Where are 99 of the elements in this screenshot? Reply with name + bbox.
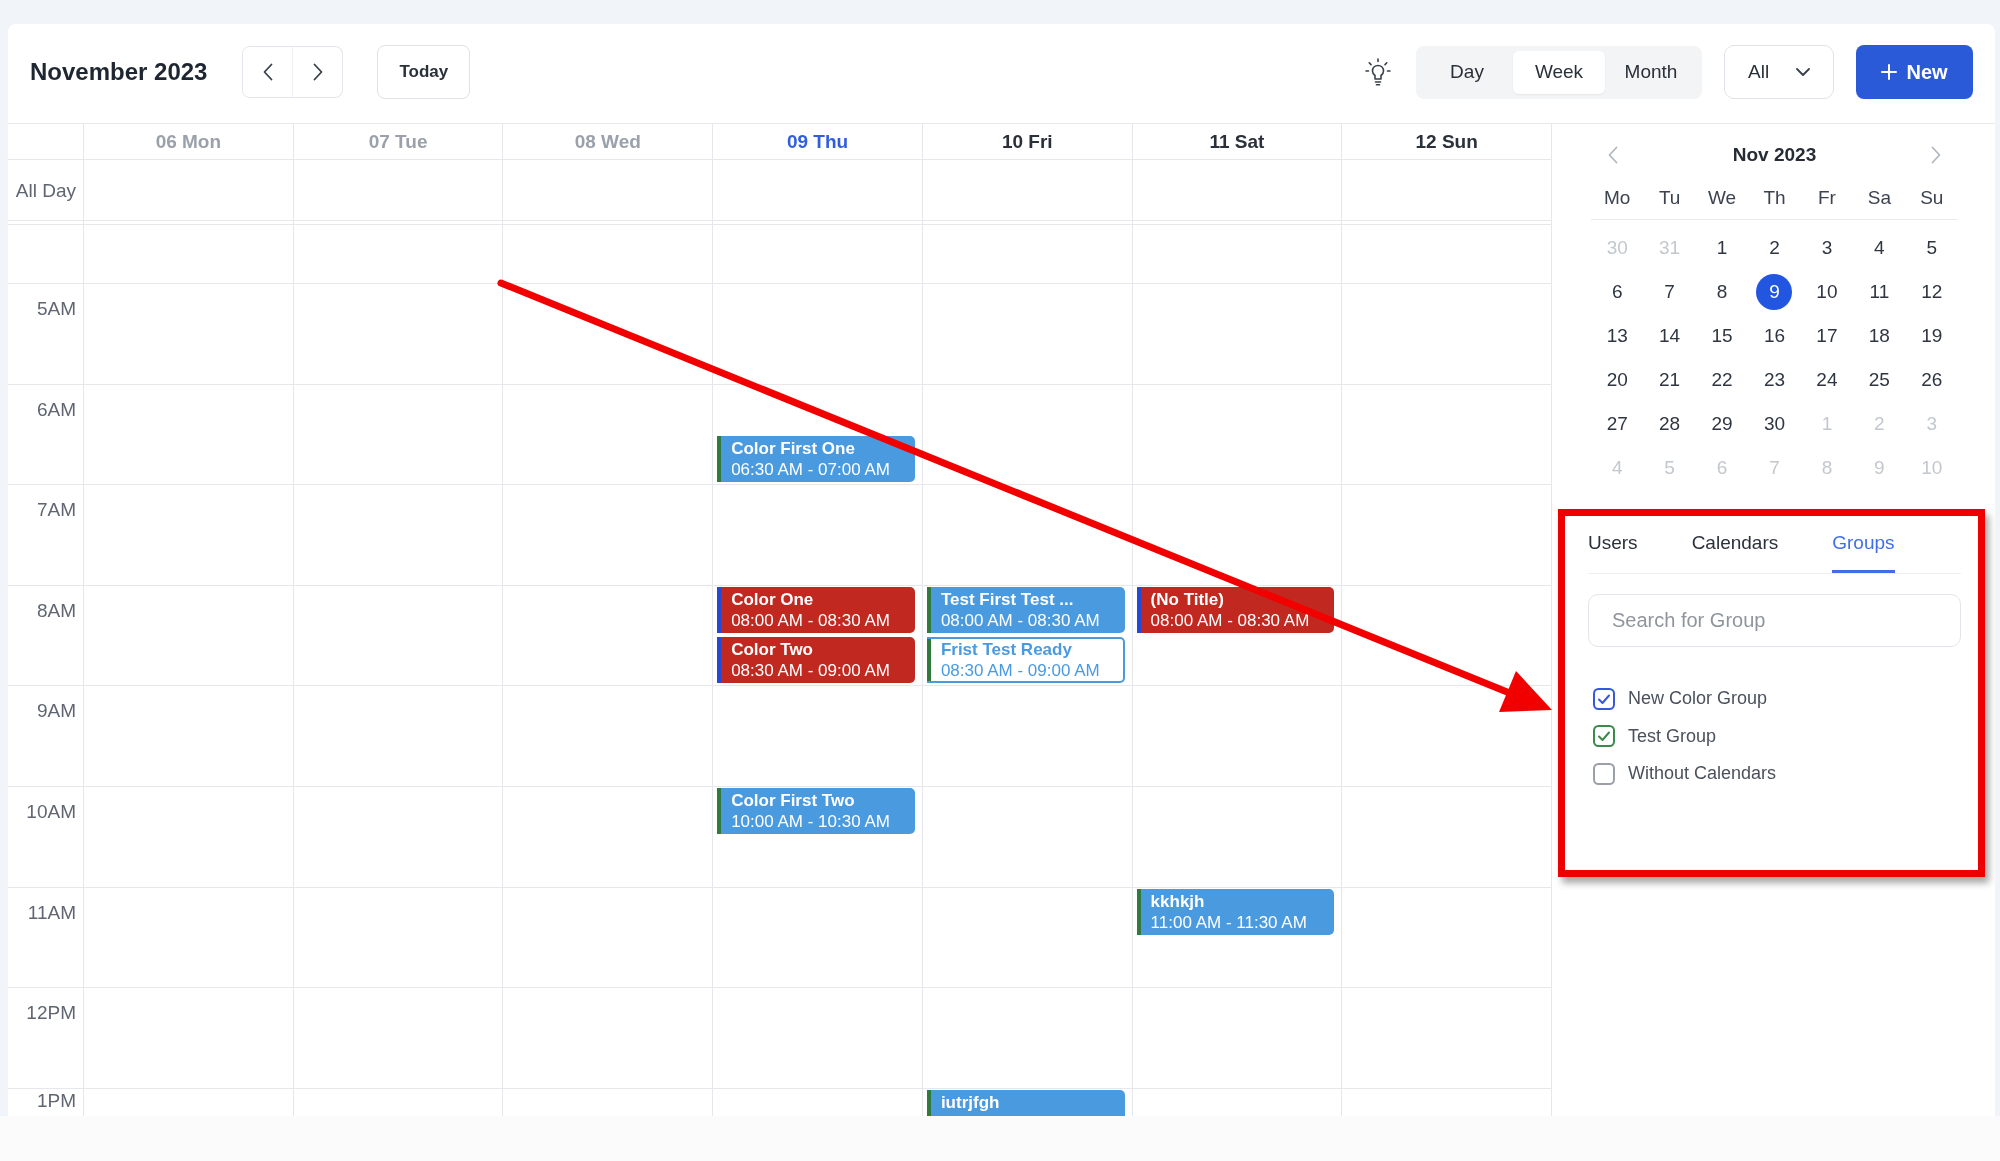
weekday-label: Tu [1657, 186, 1682, 210]
time-label: 10AM [26, 801, 76, 822]
calendar-day[interactable]: 15 [1704, 318, 1741, 354]
event-title: Frist Test Ready [940, 639, 1073, 661]
search-field[interactable]: Search for Group [1588, 594, 1961, 647]
event-block[interactable]: Color Two 08:30 AM - 09:00 AM [717, 637, 915, 684]
calendar-day[interactable]: 12 [1913, 274, 1950, 310]
calendar-day[interactable]: 3 [1808, 230, 1845, 266]
filter-dropdown[interactable]: All [1724, 45, 1834, 99]
event-block[interactable]: Color One 08:00 AM - 08:30 AM [717, 586, 915, 634]
group-checkbox[interactable] [1593, 762, 1615, 785]
calendar-day[interactable]: 29 [1704, 406, 1741, 442]
event-time: 08:30 AM - 09:00 AM [731, 660, 891, 682]
calendar-day[interactable]: 22 [1704, 362, 1741, 398]
day-header: 10 Fri [1001, 131, 1053, 153]
panel-tab[interactable]: Calendars [1691, 516, 1779, 573]
time-label: 9AM [36, 701, 76, 722]
calendar-day[interactable]: 11 [1861, 274, 1898, 310]
event-time: 06:30 AM - 07:00 AM [731, 458, 891, 480]
calendar-day[interactable]: 6 [1599, 274, 1636, 310]
calendar-day[interactable]: 18 [1861, 318, 1898, 354]
event-time: 08:00 AM - 08:30 AM [731, 609, 891, 631]
plus-icon [1881, 64, 1898, 80]
time-label: 8AM [36, 600, 76, 621]
calendar-day[interactable]: 25 [1861, 362, 1898, 398]
event-time: 08:00 AM - 08:30 AM [1150, 609, 1311, 631]
event-title: (No Title) [1150, 588, 1225, 610]
event-title: Color First Two [731, 790, 856, 811]
time-label: 5AM [36, 299, 76, 319]
calendar-day[interactable]: 21 [1651, 362, 1688, 398]
view-tab[interactable]: Day [1421, 50, 1513, 94]
calendar-day[interactable]: 30 [1756, 406, 1793, 442]
weekday-label: Mo [1603, 186, 1632, 210]
calendar-day[interactable]: 16 [1756, 318, 1793, 354]
chevron-right-icon [312, 63, 323, 81]
calendar-day[interactable]: 24 [1808, 362, 1845, 398]
event-block[interactable]: (No Title) 08:00 AM - 08:30 AM [1136, 586, 1335, 634]
time-label: 12PM [26, 1003, 76, 1024]
event-title: iutrjfgh [940, 1091, 1001, 1113]
day-header: 07 Tue [368, 131, 428, 153]
calendar-day[interactable]: 1 [1704, 230, 1741, 266]
group-label: New Color Group [1628, 688, 1768, 710]
group-checkbox[interactable] [1593, 725, 1615, 748]
event-title: Color First One [731, 437, 856, 459]
view-tab[interactable]: Week [1513, 50, 1605, 94]
event-time: 11:00 AM - 11:30 AM [1150, 911, 1308, 933]
calendar-day[interactable]: 14 [1651, 318, 1688, 354]
chevron-right-icon[interactable] [1931, 146, 1941, 164]
month-title: Nov 2023 [1732, 144, 1817, 166]
weekday-label: Su [1919, 186, 1945, 210]
event-title: Color Two [731, 639, 814, 661]
calendar-day[interactable]: 8 [1704, 274, 1741, 310]
calendar-day[interactable]: 19 [1913, 318, 1950, 354]
event-title: Test First Test ... [940, 588, 1075, 610]
calendar-day[interactable]: 17 [1808, 318, 1845, 354]
time-label: 6AM [36, 399, 76, 420]
event-time: 08:00 AM - 08:30 AM [940, 609, 1101, 631]
event-title: kkhkjh [1150, 890, 1206, 912]
view-tab[interactable]: Month [1605, 50, 1697, 94]
today-button[interactable]: Today [377, 45, 471, 99]
day-header: 06 Mon [155, 131, 222, 153]
event-time: 10:00 AM - 10:30 AM [731, 811, 891, 832]
chevron-left-icon [262, 63, 273, 81]
chevron-down-icon [1796, 68, 1811, 76]
day-header: 08 Wed [574, 131, 641, 153]
calendar-day[interactable]: 5 [1913, 230, 1950, 266]
calendar-day[interactable]: 28 [1651, 406, 1688, 442]
event-time: 08:30 AM - 09:00 AM [940, 660, 1101, 682]
all-day-label: All Day [15, 180, 76, 201]
calendar-title: November 2023 [30, 58, 208, 86]
calendar-day[interactable]: 26 [1913, 362, 1950, 398]
time-label: 1PM [36, 1090, 76, 1111]
calendar-day[interactable]: 7 [1651, 274, 1688, 310]
calendar-day[interactable]: 23 [1756, 362, 1793, 398]
calendar-day[interactable]: 13 [1599, 318, 1636, 354]
day-header: 12 Sun [1415, 131, 1478, 153]
calendar-day[interactable]: 4 [1861, 230, 1898, 266]
lightbulb-icon[interactable] [1365, 58, 1391, 86]
group-label: Without Calendars [1628, 763, 1777, 785]
weekday-label: Sa [1866, 186, 1892, 210]
weekday-label: We [1706, 186, 1738, 210]
panel-tab[interactable]: Groups [1832, 516, 1895, 573]
new-button[interactable]: New [1856, 45, 1973, 99]
panel-tab[interactable]: Users [1588, 516, 1638, 573]
weekday-label: Fr [1816, 186, 1837, 210]
group-label: Test Group [1628, 725, 1717, 747]
event-title: Color One [731, 588, 815, 610]
calendar-day[interactable]: 9 [1756, 274, 1793, 310]
day-header: 11 Sat [1209, 131, 1265, 153]
calendar-day[interactable]: 20 [1599, 362, 1636, 398]
calendar-day[interactable]: 27 [1599, 406, 1636, 442]
chevron-left-icon[interactable] [1608, 146, 1618, 164]
weekday-label: Th [1762, 186, 1787, 210]
calendar-day[interactable]: 2 [1756, 230, 1793, 266]
day-header: 09 Thu [786, 131, 849, 153]
calendar-day[interactable]: 10 [1808, 274, 1845, 310]
group-checkbox[interactable] [1593, 687, 1615, 710]
time-label: 7AM [36, 500, 76, 521]
time-label: 11AM [27, 902, 76, 923]
